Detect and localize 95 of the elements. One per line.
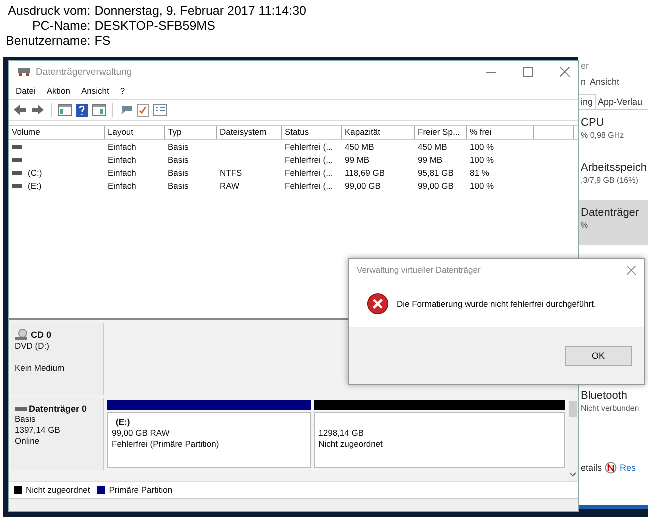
tab[interactable]: App-Verlau [596,95,645,109]
cd-drive-icon [15,329,29,341]
legend-label: Primäre Partition [109,485,173,495]
drive-icon [15,407,27,411]
column-header[interactable]: Layout [105,126,165,139]
disk-info: DVD (D:) [15,341,50,352]
partition-info: 99,00 GB RAW [112,428,171,439]
table-cell: 100 % [470,142,494,152]
table-cell: Einfach [108,154,136,164]
menu-item[interactable]: Aktion [46,86,70,96]
disk-name: Datenträger 0 [29,404,88,414]
partition-label: (E:) [115,417,132,428]
table-cell: RAW [220,180,240,190]
disk-label-panel[interactable]: CD 0 DVD (D:) Kein Medium [11,323,104,395]
disk-info: Online [15,436,41,447]
field-label: PC-Name: [31,19,91,34]
back-arrow-icon[interactable] [13,104,27,116]
column-header[interactable]: Volume [9,126,105,139]
resource-item[interactable]: Datenträger % [578,200,648,245]
table-cell: 99 MB [345,154,370,164]
error-icon [367,293,389,315]
table-cell: Fehlerfrei (... [285,168,334,178]
legend-label: Nicht zugeordnet [26,485,90,495]
field-value: FS [94,34,112,49]
error-message: Die Formatierung wurde nicht fehlerfrei durchgeführt. [397,299,596,309]
resource-monitor-link[interactable]: Res [620,463,636,473]
menu-item[interactable]: Datei [16,86,36,96]
table-cell: 118,69 GB [345,168,386,178]
table-cell: Fehlerfrei (... [285,180,334,190]
resource-item[interactable]: CPU % 0,98 GHz [578,110,648,155]
disk-name: CD 0 [31,330,52,340]
disk-label-panel[interactable]: Datenträger 0 Basis 1397,14 GB Online [11,398,104,470]
resource-monitor-icon [605,462,618,474]
disk-info: Basis [15,414,37,425]
tab[interactable]: ing [578,94,596,109]
menu-item[interactable]: Ansicht [590,77,620,87]
resource-item[interactable]: Arbeitsspeich ,3/7,9 GB (16%) [578,155,648,200]
table-cell: 99,00 GB [345,180,381,190]
field-value: DESKTOP-SFB59MS [94,19,216,34]
dialog-title: Verwaltung virtueller Datenträger [357,265,481,275]
drive-icon [17,67,31,77]
table-cell: 450 MB [418,142,448,152]
table-cell: Basis [168,154,189,164]
window-title: er [581,60,590,73]
disk-info: Kein Medium [15,363,66,374]
menu-item[interactable]: ? [120,86,126,96]
table-cell: (E:) [28,180,42,190]
table-cell: Basis [168,180,189,190]
help-icon[interactable] [76,104,88,116]
menu-item[interactable]: Ansicht [81,86,110,96]
maximize-icon[interactable] [523,67,533,77]
table-cell: 99 MB [418,154,443,164]
properties-icon[interactable] [153,104,167,116]
table-cell: NTFS [220,168,242,178]
field-label: Ausdruck vom: [7,4,91,19]
table-cell: Basis [168,168,189,178]
table-cell: Einfach [108,142,136,152]
table-cell: 81 % [470,168,490,178]
table-cell: Fehlerfrei (... [285,142,334,152]
table-cell: 100 % [470,154,494,164]
forward-arrow-icon[interactable] [31,104,45,116]
scroll-down-icon[interactable] [569,472,577,477]
console-tree-icon[interactable] [58,104,72,116]
table-cell: 99,00 GB [418,180,454,190]
details-link[interactable]: etails [581,463,602,473]
column-header[interactable]: Freier Sp... [415,126,467,139]
table-cell: 100 % [470,180,494,190]
partition-info: Nicht zugeordnet [318,439,384,450]
table-cell: (C:) [28,168,42,178]
field-value: Donnerstag, 9. Februar 2017 11:14:30 [94,4,306,19]
resource-item[interactable]: Bluetooth Nicht verbunden [578,383,648,428]
checklist-icon[interactable] [137,104,149,116]
column-header[interactable]: Dateisystem [217,126,282,139]
comment-icon[interactable] [119,104,133,116]
pane-icon[interactable] [92,104,106,116]
table-cell: Einfach [108,180,136,190]
close-icon[interactable] [560,67,570,77]
column-header[interactable]: % frei [467,126,534,139]
partition-info: Fehlerfrei (Primäre Partition) [112,439,220,450]
column-header[interactable]: Status [282,126,342,139]
table-cell: Einfach [108,168,136,178]
column-header[interactable]: Typ [165,126,217,139]
ok-button[interactable]: OK [565,346,632,366]
table-cell: Fehlerfrei (... [285,154,334,164]
table-cell: Basis [168,142,189,152]
partition-info: 1298,14 GB [318,428,366,439]
disk-info: 1397,14 GB [15,425,62,436]
table-cell: 450 MB [345,142,374,152]
table-cell: 95,81 GB [418,168,454,178]
menu-item[interactable]: n [581,77,586,87]
window-title: Datenträgerverwaltung [36,66,132,78]
scroll-thumb[interactable] [569,401,577,417]
close-icon[interactable] [627,266,636,274]
field-label: Benutzername: [6,34,91,49]
column-header[interactable]: Kapazität [342,126,415,139]
